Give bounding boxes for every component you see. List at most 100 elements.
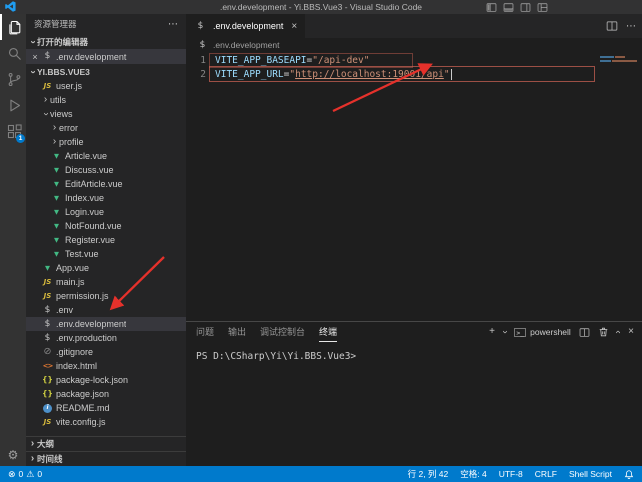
language-mode[interactable]: Shell Script: [569, 469, 612, 479]
tree-item-.gitignore[interactable]: ⊘.gitignore: [26, 345, 186, 359]
panel-tab-问题[interactable]: 问题: [196, 322, 214, 342]
split-editor-icon[interactable]: [606, 20, 618, 32]
vscode-window: .env.development - Yi.BBS.Vue3 - Visual …: [0, 0, 642, 482]
sidebar-more-actions-icon[interactable]: ⋯: [168, 19, 178, 30]
tree-item-vite.config.js[interactable]: JSvite.config.js: [26, 415, 186, 429]
url-link[interactable]: http://localhost:19001/api: [295, 69, 444, 80]
tree-item-error[interactable]: ›error: [26, 121, 186, 135]
chevron-right-icon: ›: [50, 123, 59, 133]
tree-item-article.vue[interactable]: ▼Article.vue: [26, 149, 186, 163]
line-number: 2: [186, 69, 215, 80]
tree-item-app.vue[interactable]: ▼App.vue: [26, 261, 186, 275]
chevron-right-icon: ›: [50, 137, 59, 147]
tree-item-login.vue[interactable]: ▼Login.vue: [26, 205, 186, 219]
gear-icon[interactable]: ⚙: [8, 448, 19, 462]
close-icon[interactable]: ×: [30, 52, 40, 62]
panel-tab-终端[interactable]: 终端: [319, 322, 337, 342]
new-terminal-icon[interactable]: +: [489, 327, 495, 337]
vue-file-icon: ▼: [50, 237, 63, 244]
open-editors-header[interactable]: › 打开的编辑器: [26, 34, 186, 49]
env-var-name: VITE_APP_URL: [215, 69, 284, 80]
indentation-setting[interactable]: 空格: 4: [460, 468, 486, 480]
explorer-sidebar: 资源管理器 ⋯ › 打开的编辑器 × $ .env.development › …: [26, 14, 186, 466]
customize-layout-icon[interactable]: [537, 2, 548, 13]
tree-item-label: App.vue: [56, 263, 89, 273]
extensions-icon[interactable]: 1: [0, 118, 26, 144]
cursor-position[interactable]: 行 2, 列 42: [408, 468, 449, 480]
tree-item-label: Login.vue: [65, 207, 104, 217]
sidebar-footer: › 大纲 › 时间线: [26, 436, 186, 466]
tree-item-index.vue[interactable]: ▼Index.vue: [26, 191, 186, 205]
line-number: 1: [186, 55, 215, 66]
tree-item-.env.development[interactable]: $.env.development: [26, 317, 186, 331]
run-debug-icon[interactable]: [0, 92, 26, 118]
source-control-icon[interactable]: [0, 66, 26, 92]
tree-item-register.vue[interactable]: ▼Register.vue: [26, 233, 186, 247]
chevron-right-icon: ›: [28, 454, 37, 464]
problems-status[interactable]: ⊗ 0 ⚠ 0: [8, 469, 42, 480]
titlebar: .env.development - Yi.BBS.Vue3 - Visual …: [0, 0, 642, 14]
tree-item-main.js[interactable]: JSmain.js: [26, 275, 186, 289]
panel-tab-输出[interactable]: 输出: [228, 322, 246, 342]
explorer-icon[interactable]: [0, 14, 26, 40]
toggle-sidebar-icon[interactable]: [486, 2, 497, 13]
tab-env-development[interactable]: $ .env.development ×: [186, 14, 305, 38]
timeline-section-header[interactable]: › 时间线: [26, 451, 186, 466]
code-line-1: 1 VITE_APP_BASEAPI = "/api-dev": [186, 53, 642, 67]
tree-item-discuss.vue[interactable]: ▼Discuss.vue: [26, 163, 186, 177]
toggle-secondary-sidebar-icon[interactable]: [520, 2, 531, 13]
tree-item-views[interactable]: ›views: [26, 107, 186, 121]
breadcrumb-item[interactable]: .env.development: [213, 40, 279, 50]
tree-item-notfound.vue[interactable]: ▼NotFound.vue: [26, 219, 186, 233]
search-icon[interactable]: [0, 40, 26, 66]
maximize-panel-icon[interactable]: ›: [613, 330, 623, 333]
tree-item-label: Register.vue: [65, 235, 115, 245]
tree-item-package.json[interactable]: {}package.json: [26, 387, 186, 401]
panel-tab-调试控制台[interactable]: 调试控制台: [260, 322, 305, 342]
terminal-shell-selector[interactable]: >_ powershell: [514, 327, 570, 337]
kill-terminal-icon[interactable]: [598, 326, 609, 338]
tree-item-label: index.html: [56, 361, 97, 371]
notifications-bell-icon[interactable]: [624, 469, 634, 480]
outline-section-header[interactable]: › 大纲: [26, 436, 186, 451]
code-editor[interactable]: 1 VITE_APP_BASEAPI = "/api-dev" 2 VITE_A…: [186, 52, 642, 321]
tree-item-index.html[interactable]: <>index.html: [26, 359, 186, 373]
env-file-icon: $: [41, 334, 54, 343]
breadcrumb[interactable]: $ .env.development: [186, 38, 642, 52]
open-editor-item[interactable]: × $ .env.development: [26, 49, 186, 64]
tree-item-label: EditArticle.vue: [65, 179, 123, 189]
activity-bar: 1 ⚙: [0, 14, 26, 466]
panel-header: 问题输出调试控制台终端 + › >_ powershell › ×: [186, 322, 642, 342]
tree-item-label: README.md: [56, 403, 110, 413]
tree-item-utils[interactable]: ›utils: [26, 93, 186, 107]
project-header[interactable]: › YI.BBS.VUE3: [26, 64, 186, 79]
tree-item-user.js[interactable]: JSuser.js: [26, 79, 186, 93]
close-tab-icon[interactable]: ×: [291, 21, 297, 32]
tree-item-label: .env.development: [56, 319, 126, 329]
close-panel-icon[interactable]: ×: [628, 327, 634, 337]
tree-item-.env[interactable]: $.env: [26, 303, 186, 317]
warning-icon: ⚠: [26, 469, 34, 480]
tree-item-.env.production[interactable]: $.env.production: [26, 331, 186, 345]
tree-item-profile[interactable]: ›profile: [26, 135, 186, 149]
tree-item-label: views: [50, 109, 73, 119]
bottom-panel: 问题输出调试控制台终端 + › >_ powershell › × PS D:\…: [186, 321, 642, 466]
tree-item-permission.js[interactable]: JSpermission.js: [26, 289, 186, 303]
tree-item-editarticle.vue[interactable]: ▼EditArticle.vue: [26, 177, 186, 191]
terminal-profile-dropdown-icon[interactable]: ›: [500, 330, 510, 333]
shell-file-icon: $: [41, 52, 54, 61]
chevron-down-icon: ›: [28, 37, 38, 46]
split-terminal-icon[interactable]: [579, 327, 590, 338]
tree-item-test.vue[interactable]: ▼Test.vue: [26, 247, 186, 261]
toggle-panel-icon[interactable]: [503, 2, 514, 13]
html-file-icon: <>: [41, 363, 54, 370]
vue-file-icon: ▼: [50, 223, 63, 230]
eol-setting[interactable]: CRLF: [535, 469, 557, 479]
terminal-output[interactable]: PS D:\CSharp\Yi\Yi.BBS.Vue3>: [186, 342, 642, 362]
close-quote: ": [444, 69, 450, 80]
tree-item-package-lock.json[interactable]: {}package-lock.json: [26, 373, 186, 387]
encoding-setting[interactable]: UTF-8: [499, 469, 523, 479]
code-line-2: 2 VITE_APP_URL = " http://localhost:1900…: [186, 67, 642, 81]
tree-item-readme.md[interactable]: iREADME.md: [26, 401, 186, 415]
more-actions-icon[interactable]: ⋯: [626, 21, 636, 32]
